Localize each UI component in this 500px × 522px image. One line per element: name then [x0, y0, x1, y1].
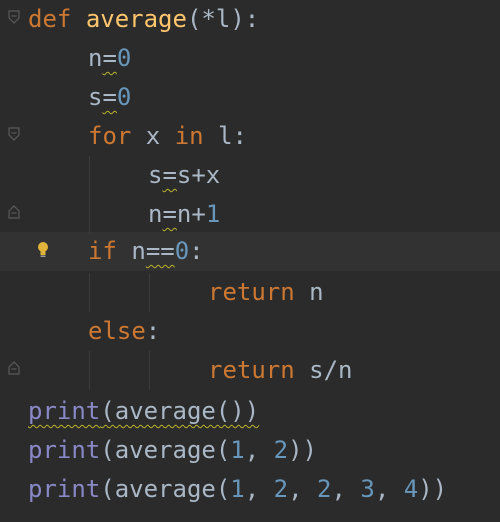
- separator-token: ,: [288, 475, 318, 503]
- operator-token: =: [162, 161, 177, 189]
- expression-token: s/n: [294, 356, 353, 384]
- fold-end-marker-icon[interactable]: [7, 205, 21, 219]
- separator-token: ,: [331, 475, 361, 503]
- separator-token: ,: [244, 436, 274, 464]
- number-token: 0: [174, 237, 190, 265]
- identifier-token: l:: [203, 122, 247, 150]
- code-text: s=0: [88, 78, 131, 117]
- expression-token: n+: [176, 200, 206, 228]
- identifier-token: x: [131, 122, 175, 150]
- code-line-9[interactable]: else:: [0, 312, 500, 351]
- operator-token: =: [102, 83, 117, 111]
- number-token: 1: [205, 200, 221, 228]
- code-text: def average(*l):: [28, 0, 259, 39]
- fold-end-marker-icon[interactable]: [7, 361, 21, 375]
- code-text: n=0: [88, 39, 131, 78]
- operator-token: ==: [145, 237, 175, 265]
- identifier-token: s: [148, 161, 163, 189]
- identifier-token: s: [88, 83, 103, 111]
- builtin-token: print: [28, 436, 101, 464]
- number-token: 2: [317, 475, 332, 503]
- code-text: else:: [88, 312, 160, 351]
- code-line-13[interactable]: print(average(1, 2, 2, 3, 4)): [0, 470, 500, 509]
- code-text: return s/n: [208, 351, 353, 390]
- code-line-8[interactable]: return n: [0, 273, 500, 312]
- code-line-3[interactable]: s=0: [0, 78, 500, 117]
- call-token: (average()): [100, 397, 260, 425]
- number-token: 3: [360, 475, 375, 503]
- number-token: 2: [273, 436, 289, 464]
- identifier-token: n: [116, 237, 146, 265]
- code-text: print(average(1, 2, 2, 3, 4)): [28, 470, 447, 509]
- code-line-12[interactable]: print(average(1, 2)): [0, 431, 500, 470]
- params-token: (*l):: [186, 5, 260, 33]
- code-text: if n==0:: [88, 232, 204, 271]
- keyword-token: for: [88, 122, 132, 150]
- code-editor[interactable]: def average(*l): n=0 s=0 for x in l: s=s…: [0, 0, 500, 522]
- colon-token: :: [145, 317, 161, 345]
- code-text: for x in l:: [88, 117, 247, 156]
- number-token: 1: [230, 475, 245, 503]
- call-token: (average(: [100, 475, 231, 503]
- builtin-token: print: [28, 475, 101, 503]
- keyword-token: return: [208, 356, 295, 384]
- call-close-token: )): [418, 475, 448, 503]
- function-name-token: average: [85, 5, 187, 33]
- identifier-token: n: [294, 278, 324, 306]
- code-line-4[interactable]: for x in l:: [0, 117, 500, 156]
- number-token: 0: [116, 83, 132, 111]
- code-line-1[interactable]: def average(*l):: [0, 0, 500, 39]
- code-text: return n: [208, 273, 324, 312]
- number-token: 0: [116, 44, 132, 72]
- code-text: print(average()): [28, 392, 259, 431]
- number-token: 1: [230, 436, 245, 464]
- fold-marker-icon[interactable]: [7, 127, 21, 141]
- code-line-6[interactable]: n=n+1: [0, 195, 500, 234]
- code-text: print(average(1, 2)): [28, 431, 317, 470]
- keyword-token: in: [174, 122, 204, 150]
- lightbulb-icon[interactable]: [37, 241, 49, 259]
- separator-token: ,: [374, 475, 404, 503]
- code-text: n=n+1: [148, 195, 220, 234]
- operator-token: =: [162, 200, 177, 228]
- number-token: 4: [403, 475, 419, 503]
- colon-token: :: [189, 237, 204, 265]
- code-line-11[interactable]: print(average()): [0, 392, 500, 431]
- call-token: (average(: [100, 436, 231, 464]
- separator-token: ,: [244, 475, 274, 503]
- keyword-token: else: [88, 317, 146, 345]
- code-line-10[interactable]: return s/n: [0, 351, 500, 390]
- code-line-5[interactable]: s=s+x: [0, 156, 500, 195]
- fold-marker-icon[interactable]: [7, 10, 21, 24]
- code-line-7[interactable]: if n==0:: [0, 232, 500, 271]
- indent-guide: [89, 273, 90, 312]
- code-line-2[interactable]: n=0: [0, 39, 500, 78]
- code-text: s=s+x: [148, 156, 220, 195]
- indent-guide: [89, 156, 90, 234]
- call-close-token: )): [288, 436, 318, 464]
- indent-guide: [149, 273, 150, 312]
- keyword-token: def: [28, 5, 72, 33]
- operator-token: =: [102, 44, 117, 72]
- indent-guide: [89, 351, 90, 390]
- identifier-token: n: [88, 44, 103, 72]
- identifier-token: n: [148, 200, 163, 228]
- keyword-token: if: [88, 237, 117, 265]
- number-token: 2: [273, 475, 289, 503]
- keyword-token: return: [208, 278, 295, 306]
- builtin-token: print: [28, 397, 101, 425]
- expression-token: s+x: [176, 161, 221, 189]
- indent-guide: [149, 351, 150, 390]
